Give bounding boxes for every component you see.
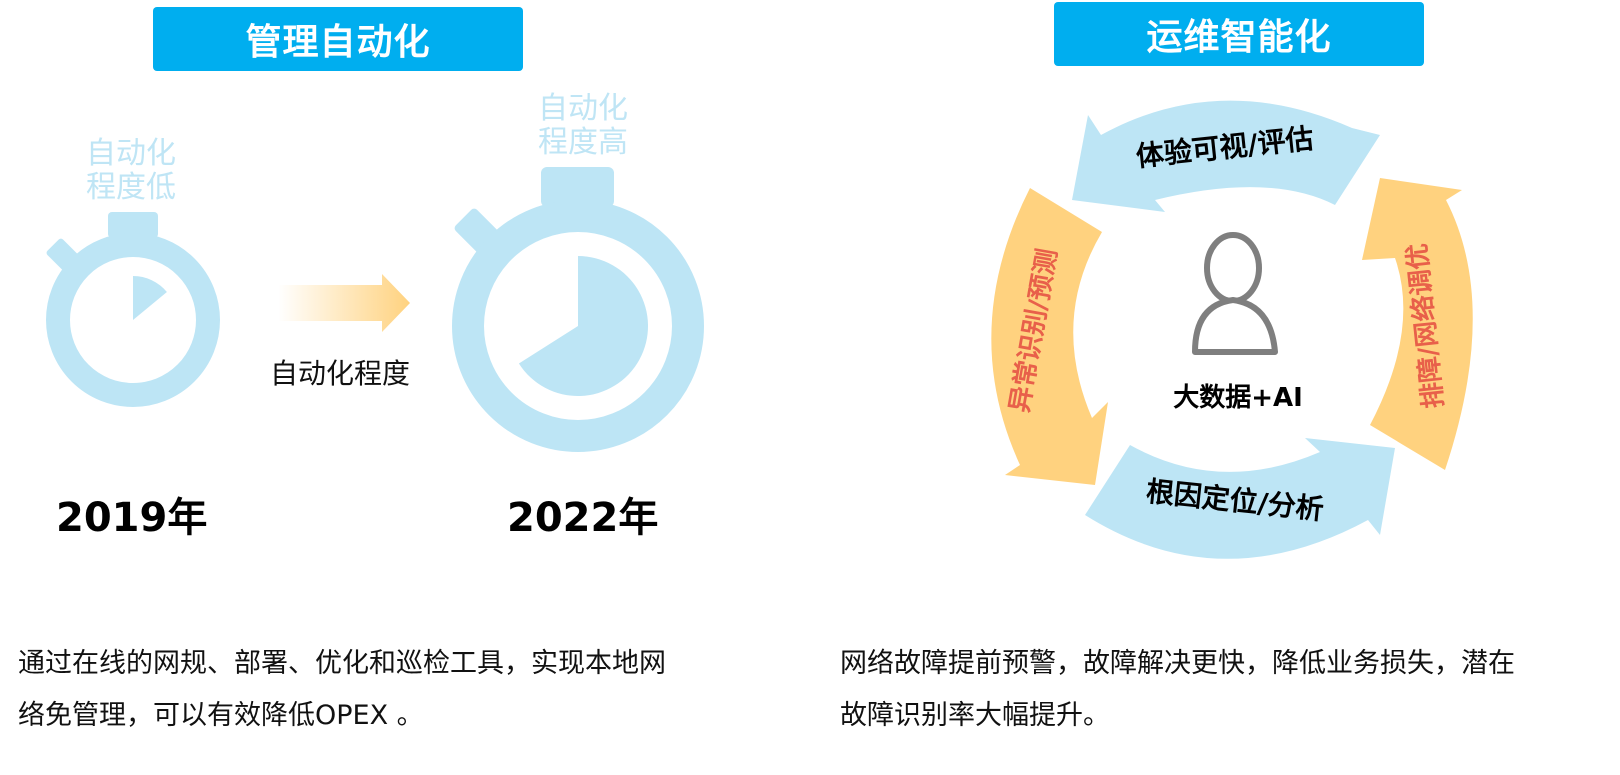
om-description-line2: 故障识别率大幅提升。 bbox=[840, 700, 1110, 731]
automation-wedge-2022 bbox=[518, 256, 649, 396]
stopwatch-diagram bbox=[46, 167, 704, 452]
management-description-line1: 通过在线的网规、部署、优化和巡检工具，实现本地网 bbox=[18, 648, 666, 679]
om-cycle-diagram: 大数据+AI 体验可视/评估 根因定位/分析 异常识别/预测 排障/网络调优 bbox=[991, 100, 1473, 559]
automation-degree-label: 自动化程度 bbox=[270, 357, 411, 390]
year-2019-label: 2019年 bbox=[56, 495, 208, 541]
om-intelligence-banner: 运维智能化 bbox=[1054, 2, 1424, 66]
center-label: 大数据+AI bbox=[1173, 383, 1303, 413]
automation-wedge-2019 bbox=[133, 276, 167, 320]
om-description-line1: 网络故障提前预警，故障解决更快，降低业务损失，潜在 bbox=[840, 648, 1515, 679]
cycle-arrow-left bbox=[991, 188, 1108, 485]
person-icon bbox=[1192, 232, 1278, 355]
management-description: 通过在线的网规、部署、优化和巡检工具，实现本地网 络免管理，可以有效降低OPEX… bbox=[18, 638, 666, 742]
automation-arrow-icon bbox=[278, 274, 410, 332]
om-intelligence-title: 运维智能化 bbox=[1146, 17, 1332, 58]
year-2022-label: 2022年 bbox=[507, 495, 659, 541]
stopwatch-2019-icon bbox=[46, 212, 220, 407]
management-description-line2: 络免管理，可以有效降低OPEX 。 bbox=[18, 700, 424, 731]
om-description: 网络故障提前预警，故障解决更快，降低业务损失，潜在 故障识别率大幅提升。 bbox=[840, 638, 1515, 742]
stopwatch-2022-icon bbox=[452, 167, 704, 452]
